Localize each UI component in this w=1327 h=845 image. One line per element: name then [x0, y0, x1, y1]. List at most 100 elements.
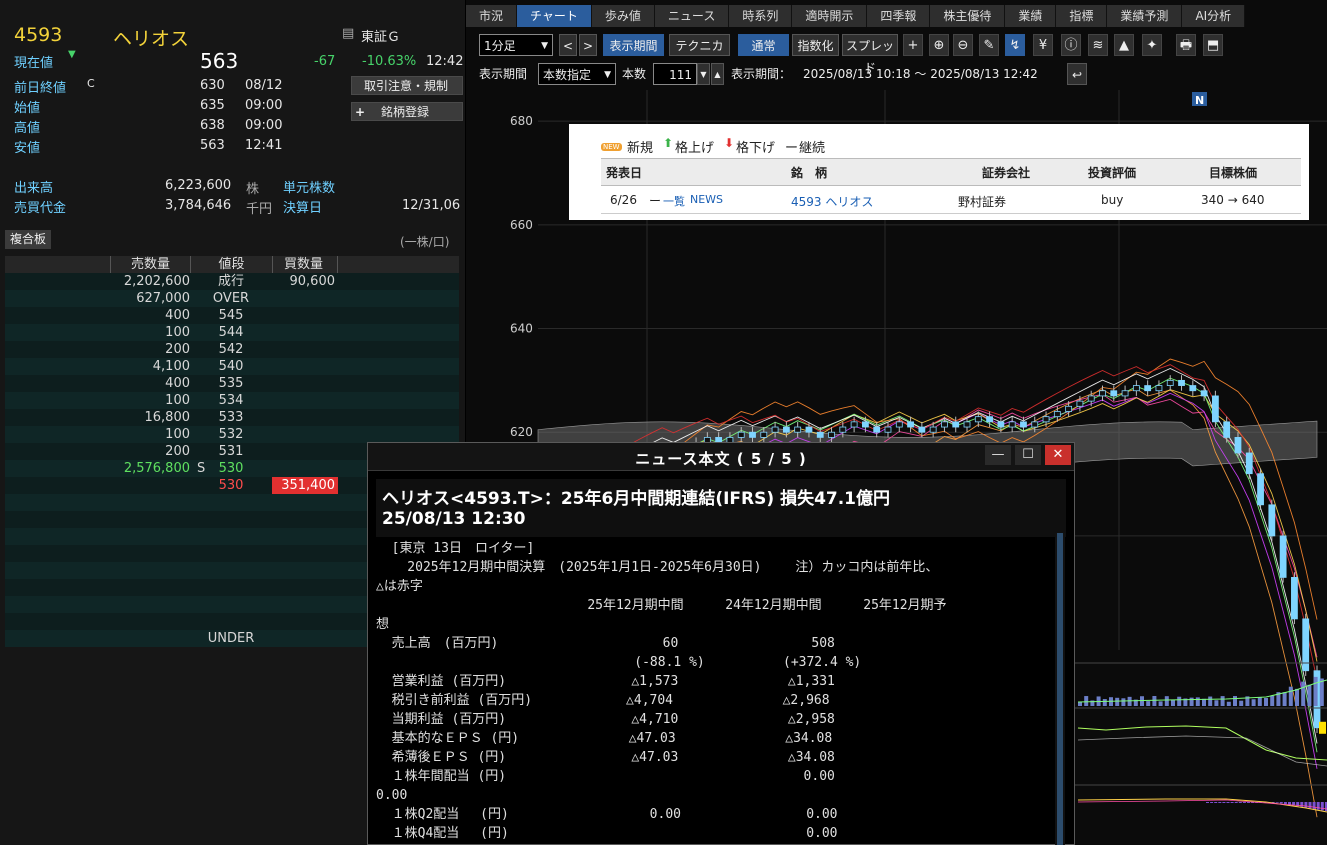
- volume-bar: [1158, 701, 1163, 706]
- candle-body: [873, 426, 881, 433]
- export-icon[interactable]: ⬒: [1203, 34, 1223, 56]
- table-row: 200 542: [5, 341, 459, 358]
- table-row: 400 535: [5, 375, 459, 392]
- tab-3[interactable]: ニュース: [654, 5, 730, 27]
- news-line: １株年間配当 (円) 0.00: [376, 769, 835, 784]
- volume-bar: [1251, 699, 1256, 706]
- candle-body: [1268, 504, 1276, 537]
- macd-histogram-bar: [1214, 802, 1218, 803]
- quote-time: 12:42: [426, 54, 464, 69]
- trading-caution-button[interactable]: 取引注意・規制: [351, 76, 463, 95]
- news-scrollbar-thumb[interactable]: [1057, 533, 1063, 845]
- price-level: 530: [218, 478, 244, 493]
- display-period-button[interactable]: 表示期間: [603, 34, 664, 56]
- period-mode-select[interactable]: 本数指定 ▼: [538, 63, 616, 85]
- macd-histogram-bar: [1230, 802, 1234, 803]
- candle-body: [884, 426, 892, 433]
- range-value: 2025/08/13 10:18 〜 2025/08/13 12:42: [803, 67, 1038, 81]
- tab-7[interactable]: 株主優待: [930, 5, 1006, 27]
- pencil-icon[interactable]: ✎: [979, 34, 999, 56]
- news-window-titlebar[interactable]: ニュース本文 ( 5 / 5 ) — ☐ ✕: [368, 443, 1074, 471]
- area-chart-icon[interactable]: ▲: [1114, 34, 1134, 56]
- high-label: 高値: [14, 121, 41, 136]
- prev-close-date: 08/12: [245, 78, 283, 93]
- settlement-date: 12/31,06: [402, 198, 461, 213]
- macd-histogram-bar: [1226, 802, 1230, 803]
- minimize-icon[interactable]: —: [985, 445, 1011, 465]
- bar-count-label: 本数: [622, 67, 647, 81]
- technical-button[interactable]: テクニカル: [669, 34, 730, 75]
- composite-board-button[interactable]: 複合板: [5, 230, 52, 249]
- prev-close-label: 前日終値: [14, 81, 67, 96]
- tab-5[interactable]: 適時開示: [792, 5, 868, 27]
- candle-body: [1008, 421, 1016, 428]
- tab-0[interactable]: 市況: [466, 5, 518, 27]
- price-level: 540: [218, 359, 244, 374]
- tab-8[interactable]: 業績: [1005, 5, 1057, 27]
- volume-bar: [1102, 699, 1107, 706]
- ask-qty: [110, 477, 190, 494]
- row-news-link[interactable]: NEWS: [690, 193, 723, 206]
- news-window-title: ニュース本文 ( 5 / 5 ): [635, 450, 807, 468]
- news-scrollbar[interactable]: [1055, 533, 1065, 845]
- candle-body: [1087, 395, 1095, 402]
- document-icon[interactable]: ▤: [342, 26, 354, 41]
- interval-value: 1分足: [484, 39, 516, 53]
- spread-mode-button[interactable]: スプレッド: [842, 34, 898, 75]
- volume-bar: [1288, 686, 1293, 706]
- tab-4[interactable]: 時系列: [729, 5, 793, 27]
- volume-bar: [1146, 701, 1151, 706]
- open-value: 635: [200, 98, 225, 113]
- tab-2[interactable]: 歩み値: [591, 5, 655, 27]
- index-mode-button[interactable]: 指数化: [792, 34, 839, 56]
- count-up-button[interactable]: ▲: [711, 63, 724, 85]
- row-stock-link[interactable]: 4593 ヘリオス: [791, 193, 873, 210]
- count-down-button[interactable]: ▼: [697, 63, 710, 85]
- volume-bar: [1084, 696, 1089, 706]
- reset-range-icon[interactable]: ↩: [1067, 63, 1087, 85]
- macd-histogram-bar: [1279, 802, 1283, 804]
- maximize-icon[interactable]: ☐: [1015, 445, 1041, 465]
- bar-count-input[interactable]: 111: [653, 63, 697, 85]
- stock-code: 4593: [14, 24, 63, 46]
- drawing-tool-icon[interactable]: ↯: [1005, 34, 1025, 56]
- turnover-value: 3,784,646: [165, 198, 232, 213]
- tab-6[interactable]: 四季報: [867, 5, 931, 27]
- table-row: 100 544: [5, 324, 459, 341]
- bid-qty: [272, 375, 338, 392]
- tab-1[interactable]: チャート: [517, 5, 592, 27]
- crosshair-icon[interactable]: +: [903, 34, 923, 56]
- prev-button[interactable]: <: [559, 34, 577, 56]
- turnover-unit: 千円: [246, 202, 273, 217]
- normal-mode-button[interactable]: 通常: [738, 34, 789, 56]
- yen-icon[interactable]: ¥: [1033, 34, 1053, 56]
- tab-10[interactable]: 業績予測: [1107, 5, 1183, 27]
- print-icon[interactable]: 🖶: [1176, 34, 1196, 56]
- interval-select[interactable]: 1分足 ▼: [479, 34, 553, 56]
- zoom-out-icon[interactable]: ⊖: [953, 34, 973, 56]
- candle-body: [794, 426, 802, 433]
- close-icon[interactable]: ✕: [1045, 445, 1071, 465]
- settings-icon[interactable]: ✦: [1142, 34, 1162, 56]
- macd-histogram-bar: [1283, 802, 1287, 805]
- candle-body: [1178, 379, 1185, 386]
- legend-continue-dash: ー: [785, 141, 799, 156]
- zoom-in-icon[interactable]: ⊕: [929, 34, 949, 56]
- next-button[interactable]: >: [579, 34, 597, 56]
- tab-11[interactable]: AI分析: [1182, 5, 1246, 27]
- high-time: 09:00: [245, 118, 283, 133]
- row-list-link[interactable]: 一覧: [663, 193, 685, 209]
- volume-bar: [1214, 700, 1219, 706]
- register-stock-button[interactable]: + 銘柄登録: [351, 102, 463, 121]
- macd-histogram-bar: [1304, 802, 1308, 808]
- candlestick-icon[interactable]: ≋: [1088, 34, 1108, 56]
- analyst-rating-table: NEW 新規 ⬆ 格上げ ⬇ 格下げ ー 継続 発表日 銘 柄 証券会社 投資評…: [569, 124, 1309, 220]
- current-price-label: 現在値: [14, 56, 54, 71]
- candle-body: [929, 426, 937, 433]
- volume-bar: [1189, 697, 1194, 706]
- tab-9[interactable]: 指標: [1056, 5, 1108, 27]
- info-icon[interactable]: ⓘ: [1061, 34, 1081, 56]
- volume-bar: [1313, 676, 1318, 706]
- row-broker: 野村証券: [958, 195, 1007, 209]
- bid-qty: [272, 307, 338, 324]
